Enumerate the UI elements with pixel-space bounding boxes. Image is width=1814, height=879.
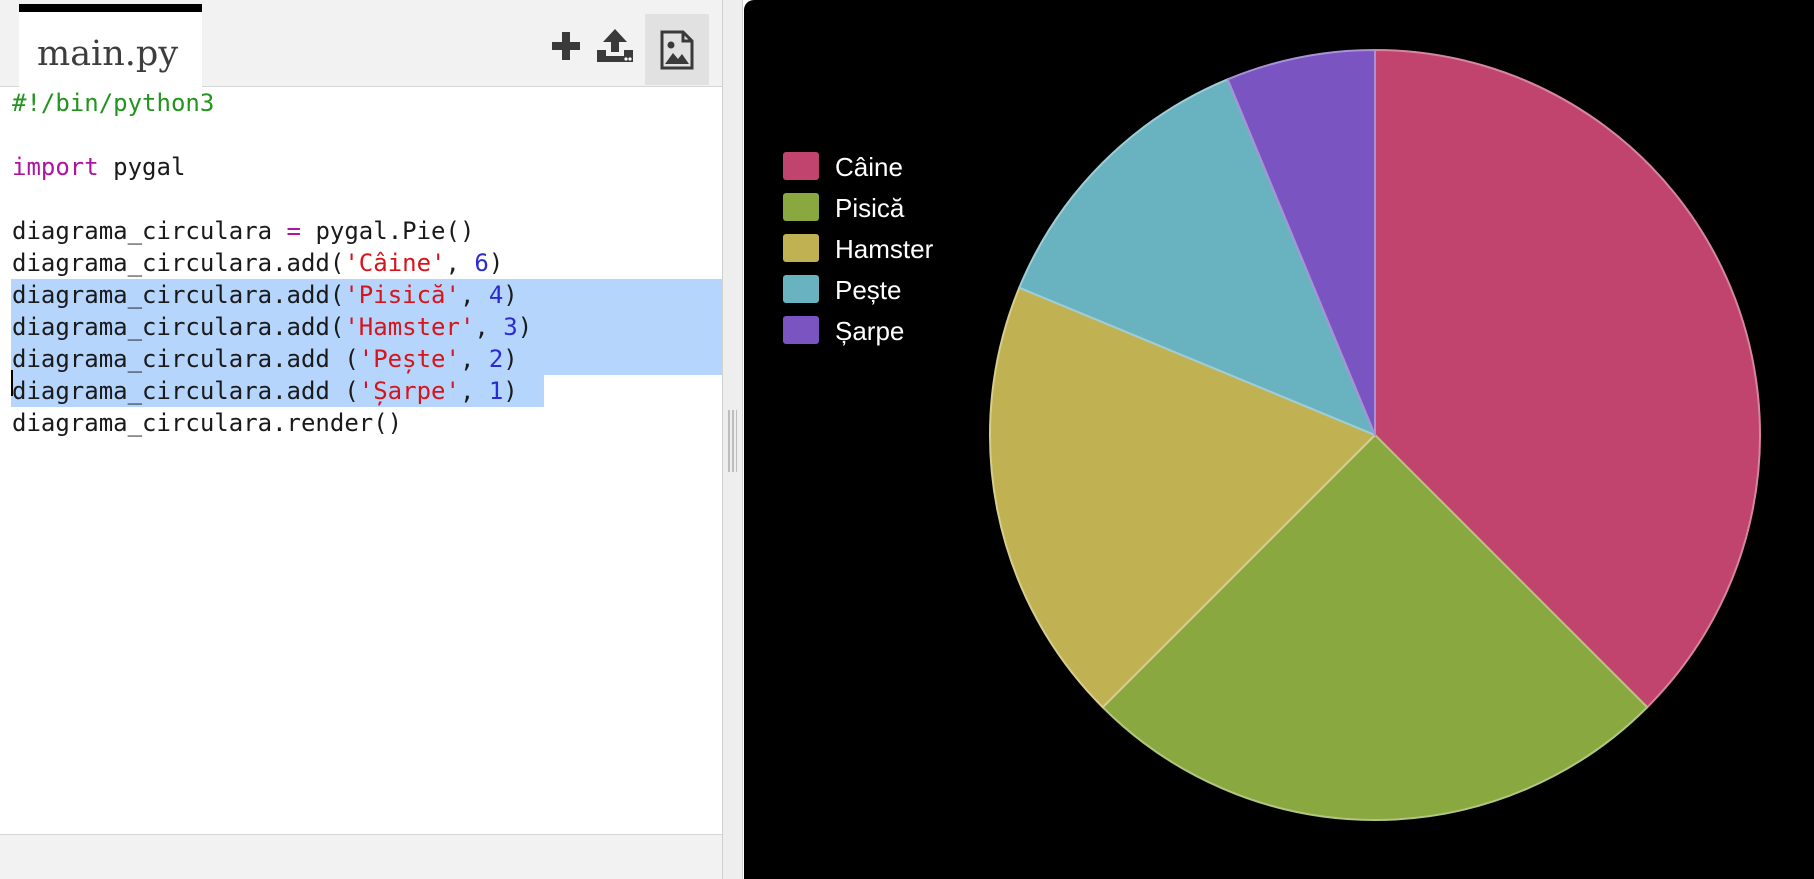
code-token: )	[488, 249, 504, 277]
code-token: 'Câine'	[344, 249, 446, 277]
legend-swatch[interactable]	[783, 152, 819, 180]
code-token: 'Șarpe'	[358, 377, 460, 405]
code-token: diagrama_circulara.render()	[12, 409, 403, 437]
add-file-button[interactable]	[540, 15, 592, 77]
editor-status-area	[0, 835, 722, 879]
code-token: 'Hamster'	[344, 313, 475, 341]
code-token: pygal.Pie()	[301, 217, 475, 245]
image-output-button[interactable]	[645, 14, 709, 85]
upload-icon	[597, 29, 633, 62]
code-token: diagrama_circulara.add (	[12, 345, 359, 373]
code-editor[interactable]: #!/bin/python3 import pygal diagrama_circu…	[0, 87, 722, 835]
code-token: pygal	[98, 153, 186, 181]
code-token: ,	[459, 377, 489, 405]
plus-icon	[552, 32, 580, 60]
legend-swatch[interactable]	[783, 275, 819, 303]
code-token: diagrama_circulara.add (	[12, 377, 359, 405]
code-token: =	[286, 217, 301, 245]
code-token: #!/bin/python3	[12, 89, 215, 117]
pane-splitter[interactable]	[722, 0, 743, 879]
code-token: )	[503, 345, 518, 373]
editor-pane: main.py #!/bin/python3 import pygal diag…	[0, 0, 722, 879]
file-tab-main-py[interactable]: main.py	[19, 4, 202, 87]
code-token: )	[517, 313, 533, 341]
code-line: diagrama_circulara.add ('Șarpe', 1)	[12, 375, 518, 407]
code-line: diagrama_circulara.add('Pisică', 4)	[12, 279, 518, 311]
code-token: ,	[459, 345, 489, 373]
file-tab-label: main.py	[37, 34, 179, 74]
code-token: diagrama_circulara.add(	[12, 313, 345, 341]
code-line: import pygal	[12, 151, 185, 183]
code-token: )	[503, 377, 518, 405]
code-token: ,	[445, 249, 475, 277]
legend-label[interactable]: Pește	[835, 275, 902, 305]
code-line: diagrama_circulara = pygal.Pie()	[12, 215, 474, 247]
code-line: diagrama_circulara.add('Câine', 6)	[12, 247, 503, 279]
legend-label[interactable]: Hamster	[835, 234, 934, 264]
code-token: diagrama_circulara.add(	[12, 281, 345, 309]
chart-container: Câine Pisică Hamster Pește Șarpe	[744, 0, 1814, 879]
legend-label[interactable]: Șarpe	[835, 316, 904, 346]
legend-swatch[interactable]	[783, 193, 819, 221]
code-token: ,	[459, 281, 489, 309]
splitter-grip-handle[interactable]	[728, 410, 737, 472]
image-icon	[660, 30, 694, 69]
code-token: 1	[488, 377, 504, 405]
text-cursor	[11, 370, 13, 396]
code-line: diagrama_circulara.render()	[12, 407, 402, 439]
code-token: 4	[488, 281, 504, 309]
code-line: #!/bin/python3	[12, 87, 214, 119]
legend-swatch[interactable]	[783, 316, 819, 344]
code-token: ,	[474, 313, 504, 341]
output-pane: Câine Pisică Hamster Pește Șarpe	[744, 0, 1814, 879]
pie-chart: Câine Pisică Hamster Pește Șarpe	[783, 49, 1761, 821]
code-line: diagrama_circulara.add('Hamster', 3)	[12, 311, 532, 343]
legend-label[interactable]: Pisică	[835, 193, 905, 223]
code-token: diagrama_circulara	[12, 217, 287, 245]
upload-button[interactable]	[589, 15, 641, 77]
code-token: )	[503, 281, 518, 309]
code-token: 'Pește'	[358, 345, 460, 373]
code-token: import	[12, 153, 99, 181]
code-token: 3	[503, 313, 518, 341]
code-line: diagrama_circulara.add ('Pește', 2)	[12, 343, 518, 375]
code-token: 6	[474, 249, 489, 277]
editor-toolbar: main.py	[0, 0, 722, 87]
code-token: 'Pisică'	[344, 281, 460, 309]
legend-swatch[interactable]	[783, 234, 819, 262]
legend-label[interactable]: Câine	[835, 152, 903, 182]
code-token: 2	[488, 345, 504, 373]
code-token: diagrama_circulara.add(	[12, 249, 345, 277]
